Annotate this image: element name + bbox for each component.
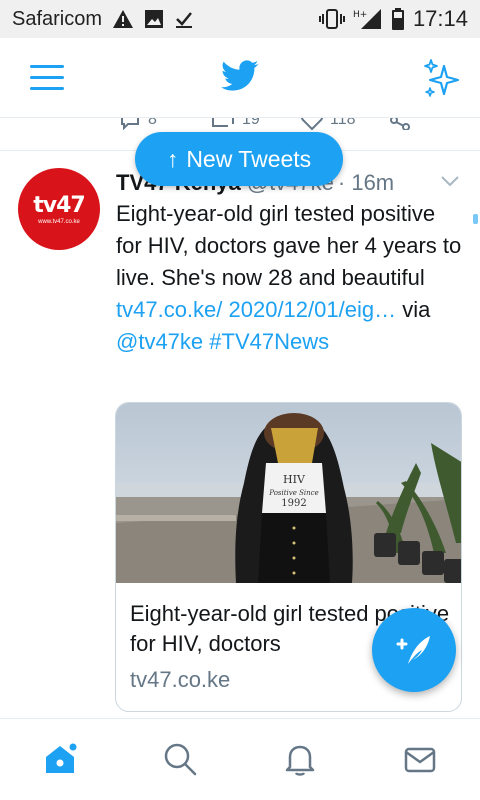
signal-icon: H+ <box>353 8 383 30</box>
shirt-text-2: Positive Since <box>268 489 318 497</box>
sparkle-icon[interactable] <box>422 58 462 103</box>
twitter-bird-icon[interactable] <box>221 60 259 97</box>
messages-icon[interactable] <box>400 739 440 779</box>
chevron-down-icon[interactable] <box>440 174 460 193</box>
reply-count: 8 <box>148 118 157 128</box>
image-icon <box>144 9 164 29</box>
app-header <box>0 38 480 118</box>
card-image: HIV Positive Since 1992 <box>116 403 461 583</box>
share-icon <box>390 118 410 130</box>
scrollbar[interactable] <box>473 214 478 224</box>
warning-icon <box>112 9 134 29</box>
mention-link[interactable]: @tv47ke <box>116 329 203 354</box>
like-button[interactable]: 118 <box>300 118 356 130</box>
via-text: via <box>402 297 431 322</box>
status-bar: Safaricom H+ 17:14 <box>0 0 480 38</box>
tweet-body: Eight-year-old girl tested positive for … <box>116 201 462 290</box>
new-tweets-label: New Tweets <box>186 145 312 172</box>
clock: 17:14 <box>412 6 468 31</box>
home-icon[interactable] <box>40 739 80 779</box>
retweet-icon <box>212 118 234 127</box>
compose-tweet-button[interactable] <box>372 608 456 692</box>
previous-tweet-actions: 8 19 118 <box>0 118 480 130</box>
share-button[interactable] <box>388 118 412 130</box>
shirt-text-1: HIV <box>283 473 306 486</box>
heart-icon <box>301 118 323 130</box>
new-tweets-button[interactable]: ↑ New Tweets <box>135 132 343 186</box>
shirt-text-3: 1992 <box>281 498 306 509</box>
search-icon[interactable] <box>160 739 200 779</box>
like-count: 118 <box>330 118 356 128</box>
compose-tweet-icon <box>396 636 430 664</box>
arrow-up-icon: ↑ <box>166 145 179 172</box>
battery-icon <box>391 8 405 30</box>
download-done-icon <box>174 9 194 29</box>
network-type: H+ <box>353 10 367 20</box>
bottom-navigation <box>0 718 480 800</box>
vibrate-icon <box>318 8 345 30</box>
hashtag-link[interactable]: #TV47News <box>209 329 329 354</box>
avatar[interactable]: tv47 www.tv47.co.ke <box>18 168 100 250</box>
tweet-time: · 16m <box>337 170 395 195</box>
reply-button[interactable]: 8 <box>118 118 157 130</box>
avatar-logo: tv47 <box>33 193 85 218</box>
tweet-text: Eight-year-old girl tested positive for … <box>116 198 466 358</box>
reply-icon <box>121 118 139 130</box>
carrier-name: Safaricom <box>12 7 103 30</box>
notifications-icon[interactable] <box>280 739 320 779</box>
menu-icon[interactable] <box>30 64 66 92</box>
retweet-count: 19 <box>242 118 260 128</box>
avatar-logo-sub: www.tv47.co.ke <box>38 219 80 225</box>
retweet-button[interactable]: 19 <box>210 118 260 130</box>
tweet-link[interactable]: tv47.co.ke/ 2020/12/01/eig… <box>116 297 396 322</box>
card-domain: tv47.co.ke <box>130 667 231 692</box>
